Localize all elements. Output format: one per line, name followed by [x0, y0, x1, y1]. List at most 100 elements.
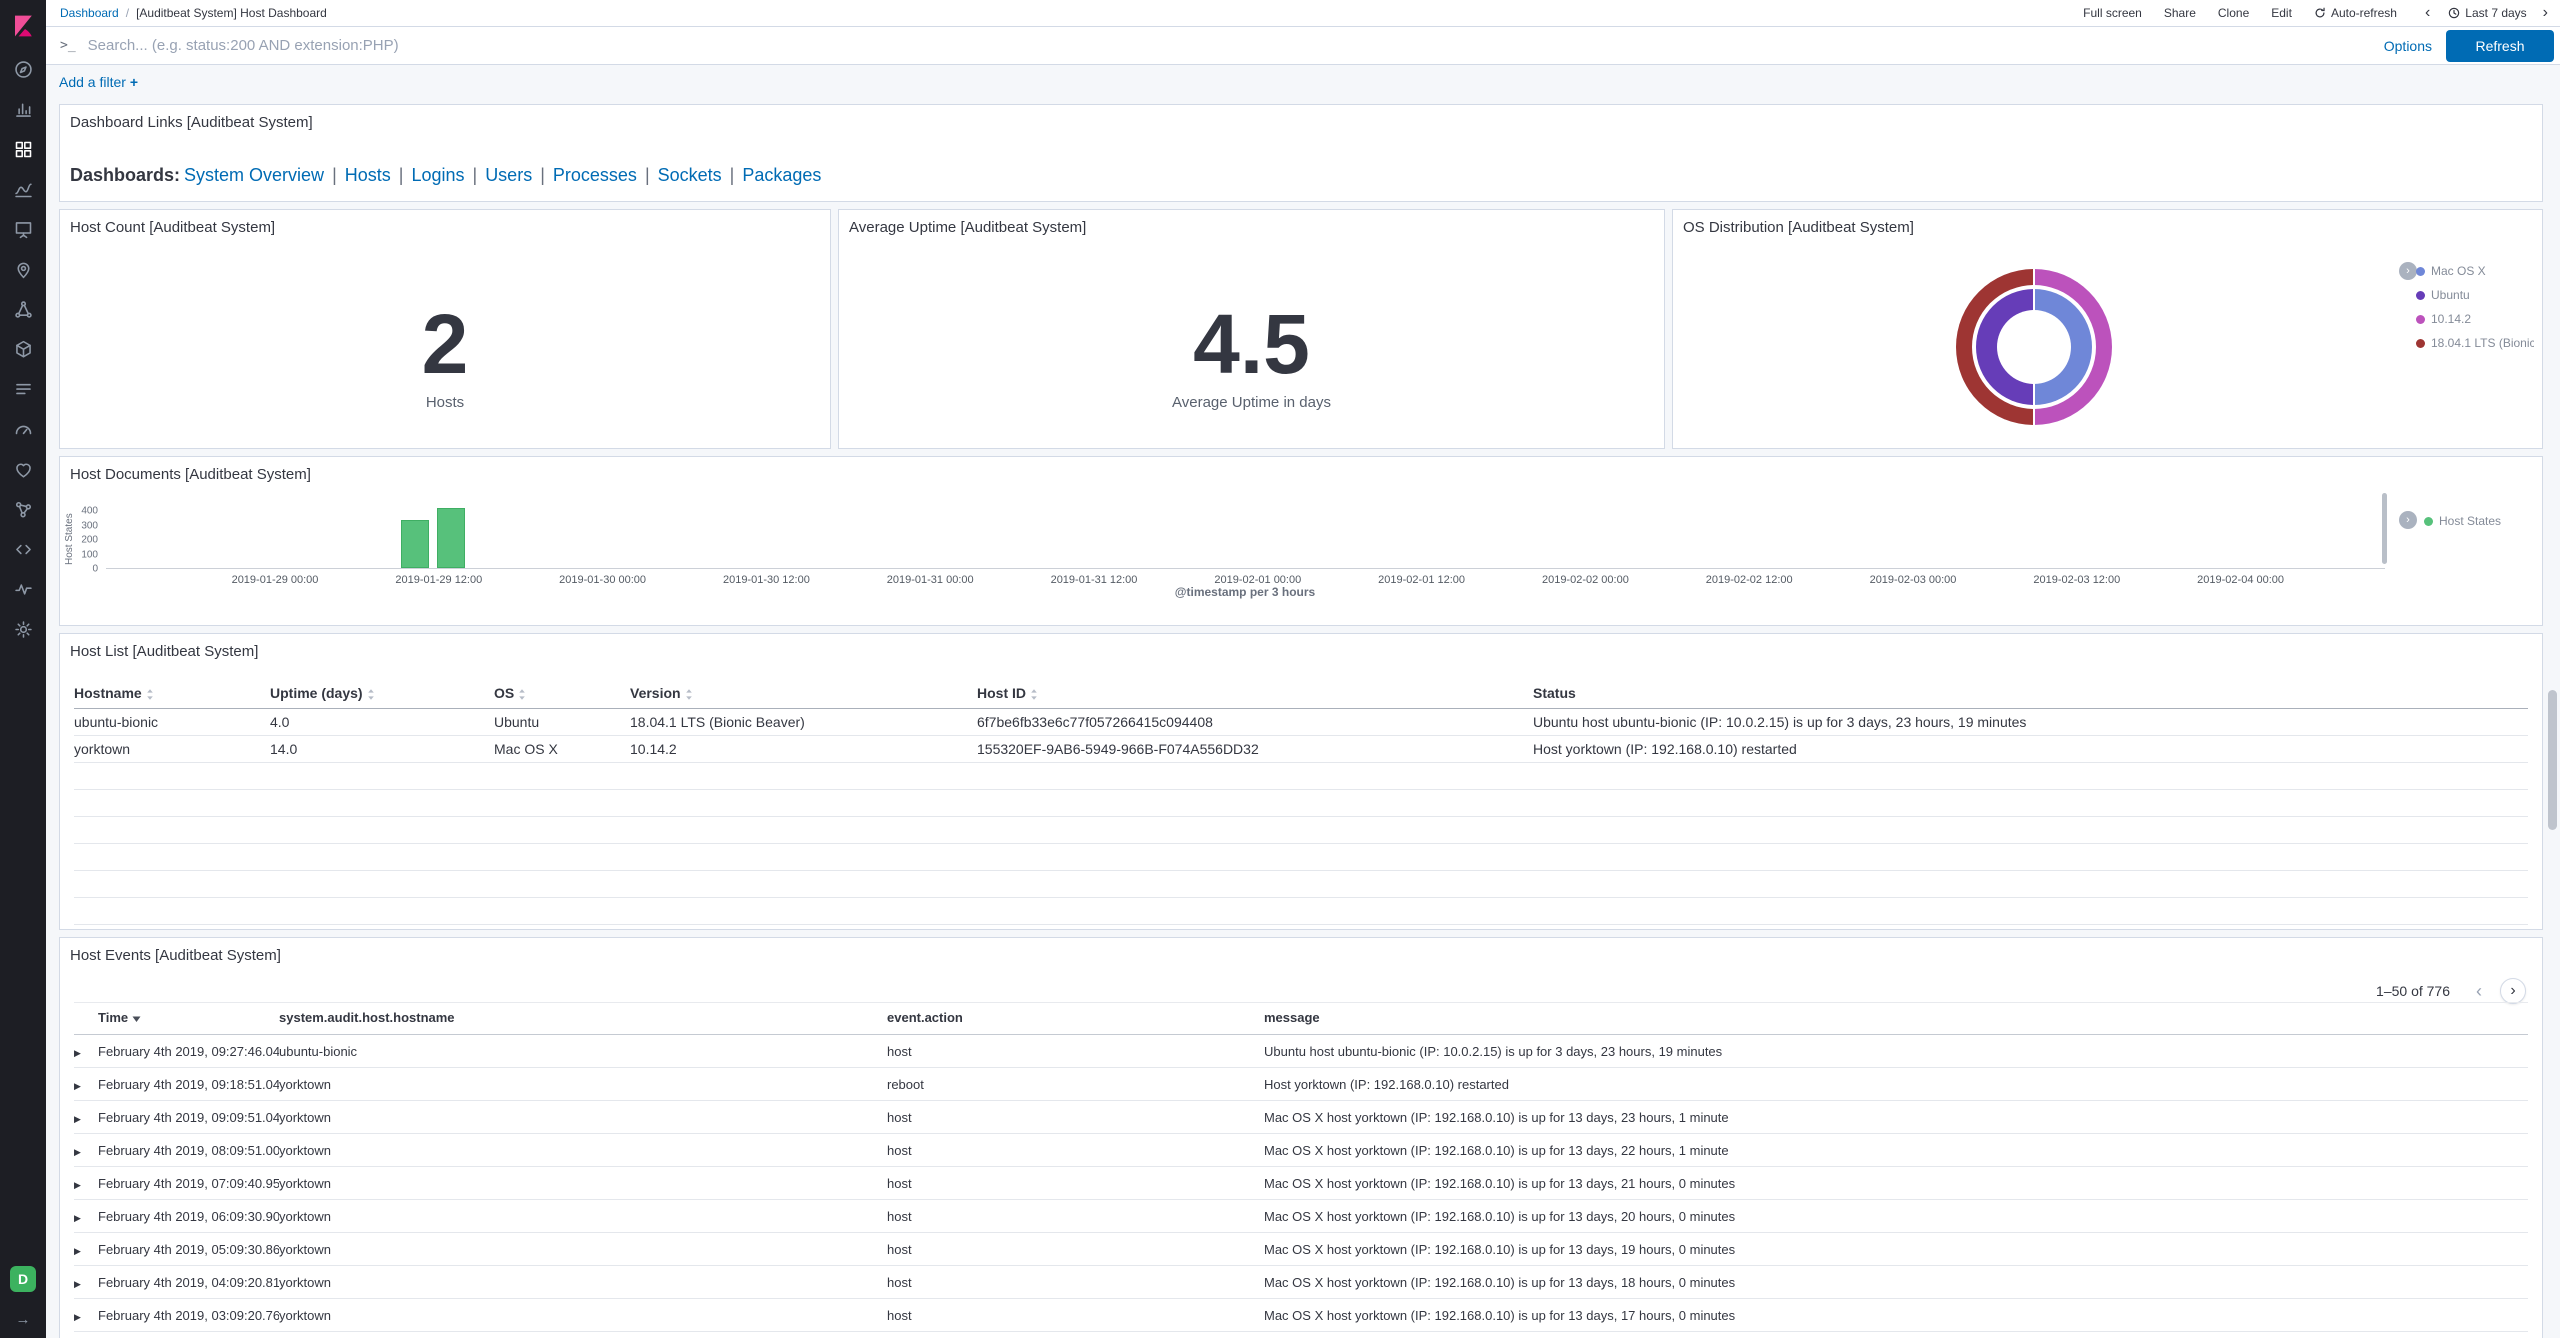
- dashboard-link-processes[interactable]: Processes: [553, 165, 637, 185]
- sidebar-item-infrastructure[interactable]: [0, 332, 46, 372]
- top-menu: Full screen Share Clone Edit: [2083, 6, 2292, 20]
- host-list-empty-row: [74, 790, 2528, 817]
- host-list-header-version[interactable]: Version: [630, 680, 977, 709]
- space-avatar[interactable]: D: [10, 1266, 36, 1292]
- menu-full-screen[interactable]: Full screen: [2083, 6, 2142, 20]
- sidebar-item-apm[interactable]: [0, 412, 46, 452]
- host-events-row: ▶February 4th 2019, 08:09:51.000yorktown…: [74, 1134, 2528, 1167]
- time-range-button[interactable]: Last 7 days: [2448, 6, 2526, 20]
- expand-row-icon[interactable]: ▶: [74, 1279, 81, 1290]
- pagination-prev-icon[interactable]: ‹: [2472, 981, 2486, 1002]
- sidebar-item-graph[interactable]: [0, 492, 46, 532]
- os-distribution-donut-chart[interactable]: [1956, 269, 2112, 425]
- expand-row-icon[interactable]: ▶: [74, 1114, 81, 1125]
- time-step-forward-icon[interactable]: ›: [2541, 4, 2550, 22]
- sidebar-item-timelion[interactable]: [0, 172, 46, 212]
- host-events-header-message[interactable]: message: [1264, 1003, 2528, 1035]
- expand-row-icon[interactable]: ▶: [74, 1147, 81, 1158]
- panel-host-events: Host Events [Auditbeat System] 1–50 of 7…: [59, 937, 2543, 1338]
- host-list-header-os[interactable]: OS: [494, 680, 630, 709]
- sidebar-item-devtools[interactable]: [0, 532, 46, 572]
- y-tick: 0: [92, 564, 98, 575]
- legend-item-ubuntu[interactable]: Ubuntu: [2416, 283, 2534, 307]
- legend-item-18-04-1-lts-bionic-b[interactable]: 18.04.1 LTS (Bionic B...: [2416, 331, 2534, 355]
- menu-edit[interactable]: Edit: [2271, 6, 2292, 20]
- legend-toggle-icon[interactable]: ›: [2399, 262, 2417, 280]
- expand-row-icon[interactable]: ▶: [74, 1213, 81, 1224]
- expand-row-icon[interactable]: ▶: [74, 1312, 81, 1323]
- x-tick: 2019-01-31 12:00: [1051, 574, 1138, 586]
- host-events-header-event-action[interactable]: event.action: [887, 1003, 1264, 1035]
- host-list-header-host-id[interactable]: Host ID: [977, 680, 1533, 709]
- menu-clone[interactable]: Clone: [2218, 6, 2249, 20]
- dashboard-content: Add a filter + Dashboard Links [Auditbea…: [46, 65, 2560, 1338]
- y-tick: 400: [81, 506, 98, 517]
- options-link[interactable]: Options: [2384, 38, 2432, 54]
- dashboard-icon: [13, 139, 34, 165]
- legend-toggle-icon[interactable]: ›: [2399, 511, 2417, 529]
- x-tick: 2019-02-02 00:00: [1542, 574, 1629, 586]
- chart-scrollbar[interactable]: [2382, 493, 2387, 564]
- time-step-back-icon[interactable]: ‹: [2423, 4, 2432, 22]
- page-scrollbar-thumb[interactable]: [2548, 690, 2557, 830]
- sidebar-item-visualize[interactable]: [0, 92, 46, 132]
- expand-row-icon[interactable]: ▶: [74, 1081, 81, 1092]
- host-events-row: ▶February 4th 2019, 06:09:30.907yorktown…: [74, 1200, 2528, 1233]
- discover-icon: [13, 59, 34, 85]
- host-documents-bar-chart: 01002003004002019-01-29 00:002019-01-29 …: [106, 507, 2385, 569]
- dashboard-link-sockets[interactable]: Sockets: [658, 165, 722, 185]
- sidebar: D →: [0, 0, 46, 1338]
- panel-average-uptime: Average Uptime [Auditbeat System] 4.5 Av…: [838, 209, 1665, 449]
- y-tick: 300: [81, 520, 98, 531]
- sidebar-item-monitoring[interactable]: [0, 572, 46, 612]
- breadcrumb-dashboard[interactable]: Dashboard: [60, 6, 119, 20]
- legend-item-10-14-2[interactable]: 10.14.2: [2416, 307, 2534, 331]
- host-events-row: ▶February 4th 2019, 04:09:20.814yorktown…: [74, 1266, 2528, 1299]
- dashboard-link-hosts[interactable]: Hosts: [345, 165, 391, 185]
- collapse-nav-icon[interactable]: →: [16, 1304, 31, 1334]
- add-filter-link[interactable]: Add a filter +: [59, 74, 138, 90]
- bar-2019-01-29-12-00[interactable]: [437, 508, 465, 568]
- host-list-header-uptime-days[interactable]: Uptime (days): [270, 680, 494, 709]
- sidebar-item-dashboard[interactable]: [0, 132, 46, 172]
- x-tick: 2019-02-02 12:00: [1706, 574, 1793, 586]
- panel-title: Average Uptime [Auditbeat System]: [839, 210, 1664, 236]
- sidebar-item-ml[interactable]: [0, 292, 46, 332]
- refresh-button[interactable]: Refresh: [2446, 30, 2554, 62]
- host-events-row: ▶February 4th 2019, 09:18:51.043yorktown…: [74, 1068, 2528, 1101]
- dashboard-links: System Overview|Hosts|Logins|Users|Proce…: [184, 165, 821, 185]
- expand-row-icon[interactable]: ▶: [74, 1246, 81, 1257]
- expand-row-icon[interactable]: ▶: [74, 1048, 81, 1059]
- legend-item-host-states[interactable]: Host States: [2424, 509, 2534, 533]
- sidebar-item-logs[interactable]: [0, 372, 46, 412]
- dashboard-link-packages[interactable]: Packages: [742, 165, 821, 185]
- x-tick: 2019-01-29 12:00: [395, 574, 482, 586]
- dashboard-link-logins[interactable]: Logins: [411, 165, 464, 185]
- sidebar-item-canvas[interactable]: [0, 212, 46, 252]
- sidebar-item-management[interactable]: [0, 612, 46, 652]
- sidebar-item-discover[interactable]: [0, 52, 46, 92]
- host-events-header-system-audit-host-hostname[interactable]: system.audit.host.hostname: [279, 1003, 887, 1035]
- bar-2019-01-29-09-00[interactable]: [401, 520, 429, 568]
- pagination-next-icon[interactable]: ›: [2500, 978, 2526, 1004]
- host-events-header-time[interactable]: Time: [98, 1003, 279, 1035]
- host-list-header-status[interactable]: Status: [1533, 680, 2528, 709]
- host-list-header-hostname[interactable]: Hostname: [74, 680, 270, 709]
- y-tick: 100: [81, 549, 98, 560]
- expand-row-icon[interactable]: ▶: [74, 1180, 81, 1191]
- sidebar-item-maps[interactable]: [0, 252, 46, 292]
- panel-host-documents: Host Documents [Auditbeat System] Host S…: [59, 456, 2543, 626]
- panel-title: Dashboard Links [Auditbeat System]: [60, 105, 2542, 131]
- host-list-row: yorktown14.0Mac OS X10.14.2155320EF-9AB6…: [74, 736, 2528, 763]
- sidebar-item-uptime[interactable]: [0, 452, 46, 492]
- kibana-logo[interactable]: [0, 0, 46, 52]
- dashboard-link-system-overview[interactable]: System Overview: [184, 165, 324, 185]
- search-input[interactable]: [88, 37, 2370, 54]
- menu-share[interactable]: Share: [2164, 6, 2196, 20]
- auto-refresh-button[interactable]: Auto-refresh: [2314, 6, 2397, 20]
- legend-item-mac-os-x[interactable]: Mac OS X: [2416, 259, 2534, 283]
- host-list-empty-row: [74, 844, 2528, 871]
- plus-icon: +: [130, 74, 138, 90]
- panel-title: Host List [Auditbeat System]: [60, 634, 2542, 660]
- dashboard-link-users[interactable]: Users: [485, 165, 532, 185]
